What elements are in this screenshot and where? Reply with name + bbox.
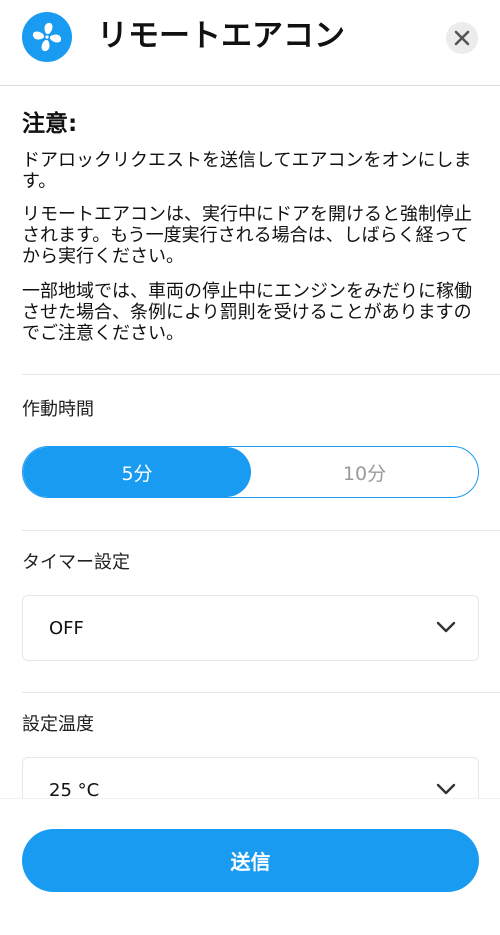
footer-divider <box>0 798 500 799</box>
divider <box>22 692 500 693</box>
notice-title: 注意: <box>22 111 78 137</box>
header: リモートエアコン <box>0 0 500 86</box>
run-time-label: 作動時間 <box>22 399 94 420</box>
notice-paragraph-2: リモートエアコンは、実行中にドアを開けると強制停止されます。もう一度実行される場… <box>22 204 472 267</box>
divider <box>22 530 500 531</box>
page-title: リモートエアコン <box>97 18 345 54</box>
chevron-down-icon <box>436 783 456 795</box>
fan-icon <box>22 12 72 62</box>
notice-paragraph-1: ドアロックリクエストを送信してエアコンをオンにします。 <box>22 150 472 192</box>
run-time-segmented-control: 5分 10分 <box>22 446 479 498</box>
send-button[interactable]: 送信 <box>22 829 479 892</box>
divider <box>22 374 500 375</box>
run-time-option-10min[interactable]: 10分 <box>251 447 478 497</box>
timer-label: タイマー設定 <box>22 552 130 573</box>
timer-select[interactable]: OFF <box>22 595 479 661</box>
close-icon <box>454 30 470 46</box>
run-time-option-5min[interactable]: 5分 <box>23 447 251 497</box>
notice-paragraph-3: 一部地域では、車両の停止中にエンジンをみだりに稼働させた場合、条例により罰則を受… <box>22 281 472 344</box>
temperature-label: 設定温度 <box>22 714 94 735</box>
timer-value: OFF <box>49 618 84 639</box>
close-button[interactable] <box>446 22 478 54</box>
chevron-down-icon <box>436 621 456 633</box>
